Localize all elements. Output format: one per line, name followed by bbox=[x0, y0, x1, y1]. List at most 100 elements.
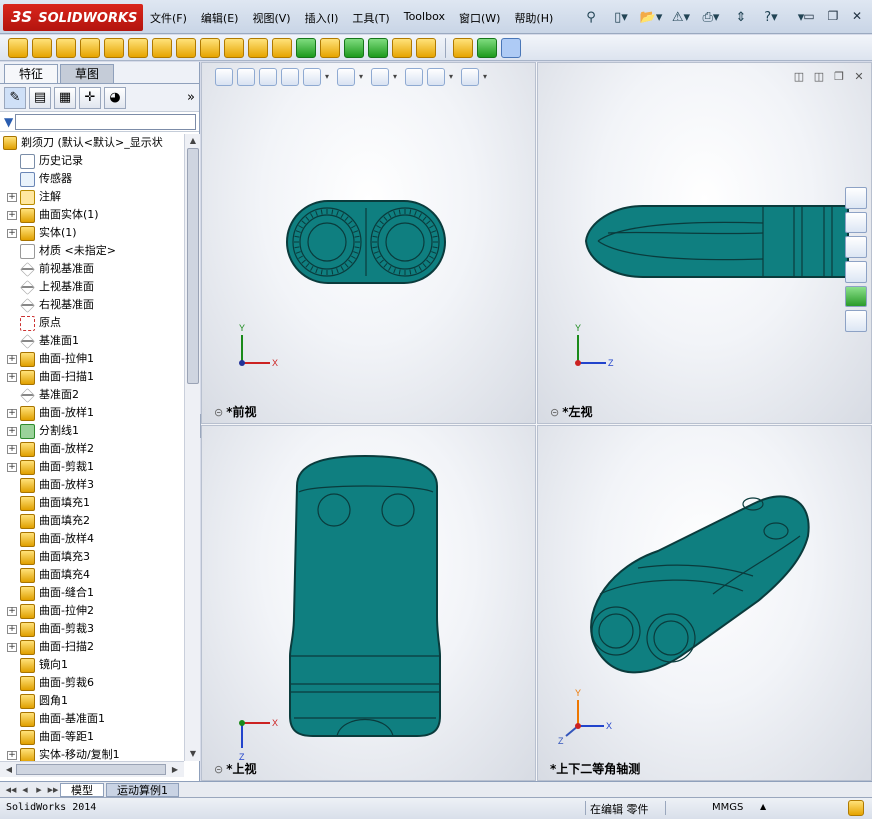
viewport-top[interactable]: Z X ⊝ *上视 bbox=[201, 425, 536, 781]
chevron-down-icon[interactable]: ▾ bbox=[325, 68, 333, 86]
configuration-manager-icon[interactable]: ▦ bbox=[54, 86, 76, 109]
filled-surface-icon[interactable] bbox=[128, 37, 148, 58]
expand-icon[interactable]: + bbox=[7, 372, 17, 382]
display-style-icon[interactable] bbox=[337, 68, 355, 86]
fillet-icon[interactable] bbox=[272, 37, 292, 58]
chevron-down-icon[interactable]: ▾ bbox=[483, 68, 491, 86]
tab-motion-study[interactable]: 运动算例1 bbox=[106, 782, 179, 797]
rebuild-warning-icon[interactable]: ⚠▾ bbox=[668, 8, 694, 28]
untrim-surface-icon[interactable] bbox=[368, 37, 388, 58]
menu-item[interactable]: 视图(V) bbox=[252, 10, 290, 26]
link-icon[interactable]: ⊝ bbox=[214, 406, 223, 419]
view-orientation-icon[interactable] bbox=[303, 68, 321, 86]
expand-icon[interactable]: + bbox=[7, 606, 17, 616]
close-icon[interactable]: ✕ bbox=[848, 8, 866, 24]
minimize-icon[interactable]: ▭ bbox=[800, 8, 818, 24]
expand-icon[interactable]: + bbox=[7, 354, 17, 364]
tree-item[interactable]: 曲面-放样4 bbox=[0, 530, 184, 548]
select-icon[interactable]: ⇕ bbox=[728, 8, 754, 28]
scroll-left-icon[interactable]: ◀ bbox=[2, 763, 16, 777]
tree-item[interactable]: + 曲面-拉伸2 bbox=[0, 602, 184, 620]
tree-item[interactable]: + 分割线1 bbox=[0, 422, 184, 440]
scroll-down-icon[interactable]: ▼ bbox=[186, 747, 200, 761]
expand-icon[interactable]: + bbox=[7, 624, 17, 634]
menu-item[interactable]: 工具(T) bbox=[352, 10, 389, 26]
chevron-down-icon[interactable]: ▾ bbox=[449, 68, 457, 86]
prev-tab-icon[interactable]: ◀ bbox=[18, 784, 32, 796]
tree-item[interactable]: + 实体-移动/复制1 bbox=[0, 746, 184, 761]
tab-model[interactable]: 模型 bbox=[60, 782, 104, 797]
property-manager-icon[interactable]: ▤ bbox=[29, 86, 51, 109]
open-icon[interactable]: 📂▾ bbox=[638, 8, 664, 28]
link-icon[interactable]: ⊝ bbox=[214, 763, 223, 776]
chevron-down-icon[interactable]: ▾ bbox=[359, 68, 367, 86]
expand-icon[interactable]: + bbox=[7, 228, 17, 238]
tree-item[interactable]: + 曲面-剪裁3 bbox=[0, 620, 184, 638]
file-explorer-icon[interactable] bbox=[845, 236, 867, 259]
feature-manager-icon[interactable]: ✎ bbox=[4, 86, 26, 109]
offset-surface-icon[interactable] bbox=[200, 37, 220, 58]
expand-panel-icon[interactable]: » bbox=[187, 90, 195, 105]
display-manager-icon[interactable]: ◕ bbox=[104, 86, 126, 109]
tree-item[interactable]: 曲面-剪裁6 bbox=[0, 674, 184, 692]
pin-icon[interactable]: ⚲ bbox=[578, 8, 604, 28]
expand-icon[interactable]: + bbox=[7, 192, 17, 202]
hscroll-thumb[interactable] bbox=[16, 764, 166, 775]
tree-item[interactable]: 原点 bbox=[0, 314, 184, 332]
planar-surface-icon[interactable] bbox=[176, 37, 196, 58]
tree-item[interactable]: 镜向1 bbox=[0, 656, 184, 674]
tree-item[interactable]: 曲面-等距1 bbox=[0, 728, 184, 746]
appearances-icon[interactable] bbox=[845, 285, 867, 308]
print-icon[interactable]: ⎙▾ bbox=[698, 8, 724, 28]
first-tab-icon[interactable]: ◀◀ bbox=[4, 784, 18, 796]
horizontal-split-icon[interactable]: ◫ bbox=[792, 70, 806, 84]
boundary-surface-icon[interactable] bbox=[104, 37, 124, 58]
tree-item[interactable]: + 曲面-放样2 bbox=[0, 440, 184, 458]
tree-item[interactable]: 材质 <未指定> bbox=[0, 242, 184, 260]
tree-item[interactable]: 曲面填充4 bbox=[0, 566, 184, 584]
view-palette-icon[interactable] bbox=[845, 261, 867, 283]
tree-item[interactable]: 曲面-放样3 bbox=[0, 476, 184, 494]
tree-item[interactable]: 曲面填充1 bbox=[0, 494, 184, 512]
tree-item[interactable]: + 曲面-扫描2 bbox=[0, 638, 184, 656]
expand-icon[interactable]: + bbox=[7, 462, 17, 472]
tree-item[interactable]: + 曲面-剪裁1 bbox=[0, 458, 184, 476]
tree-item[interactable]: 传感器 bbox=[0, 170, 184, 188]
knit-surface-icon[interactable] bbox=[392, 37, 412, 58]
expand-icon[interactable]: + bbox=[7, 642, 17, 652]
unit-system-selector[interactable]: MMGS bbox=[712, 802, 743, 813]
tree-item[interactable]: + 实体(1) bbox=[0, 224, 184, 242]
tree-item[interactable]: 曲面-基准面1 bbox=[0, 710, 184, 728]
surface-flatten-icon[interactable] bbox=[248, 37, 268, 58]
restore-viewport-icon[interactable]: ❐ bbox=[832, 70, 846, 84]
menu-item[interactable]: 帮助(H) bbox=[514, 10, 553, 26]
viewport-isometric[interactable]: Y X Z *上下二等角轴测 bbox=[537, 425, 872, 781]
tree-item[interactable]: 曲面-缝合1 bbox=[0, 584, 184, 602]
menu-item[interactable]: 窗口(W) bbox=[459, 10, 500, 26]
chevron-down-icon[interactable]: ▾ bbox=[393, 68, 401, 86]
swept-surface-icon[interactable] bbox=[56, 37, 76, 58]
previous-view-icon[interactable] bbox=[259, 68, 277, 86]
tree-item[interactable]: 曲面填充3 bbox=[0, 548, 184, 566]
last-tab-icon[interactable]: ▶▶ bbox=[46, 784, 60, 796]
link-icon[interactable]: ⊝ bbox=[550, 406, 559, 419]
tree-item[interactable]: 上视基准面 bbox=[0, 278, 184, 296]
section-view-icon[interactable] bbox=[281, 68, 299, 86]
restore-icon[interactable]: ❐ bbox=[824, 8, 842, 24]
tree-item[interactable]: 历史记录 bbox=[0, 152, 184, 170]
lofted-surface-icon[interactable] bbox=[80, 37, 100, 58]
tab-sketch[interactable]: 草图 bbox=[60, 64, 114, 83]
extruded-surface-icon[interactable] bbox=[8, 37, 28, 58]
zoom-to-area-icon[interactable] bbox=[237, 68, 255, 86]
tree-root-part[interactable]: 剃须刀 (默认<默认>_显示状 bbox=[0, 134, 184, 152]
scroll-thumb[interactable] bbox=[187, 148, 199, 384]
ruled-surface-icon[interactable] bbox=[224, 37, 244, 58]
reference-geometry-icon[interactable] bbox=[453, 37, 473, 58]
pattern-icon[interactable] bbox=[296, 37, 316, 58]
help-icon[interactable]: ?▾ bbox=[758, 8, 784, 28]
tree-item[interactable]: 前视基准面 bbox=[0, 260, 184, 278]
edit-appearance-icon[interactable] bbox=[405, 68, 423, 86]
tree-item[interactable]: + 曲面-拉伸1 bbox=[0, 350, 184, 368]
expand-icon[interactable]: + bbox=[7, 750, 17, 760]
menu-item[interactable]: 文件(F) bbox=[150, 10, 187, 26]
